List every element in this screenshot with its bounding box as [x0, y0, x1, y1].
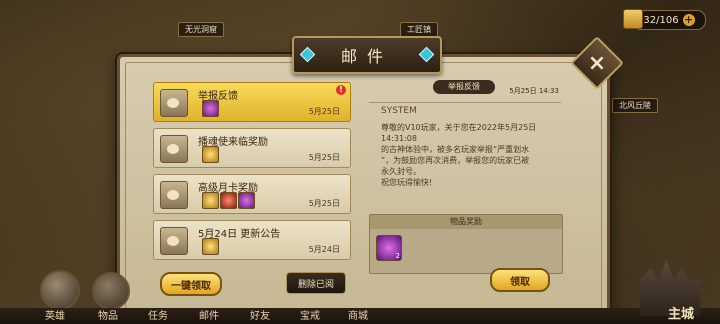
reward-count: 2 [395, 252, 400, 260]
claim-all-button[interactable]: 一键领取 [160, 272, 222, 296]
reward-item-icon [202, 146, 219, 163]
detail-subject: 举报反馈 [433, 80, 495, 94]
mail-item[interactable]: 5月24日 更新公告 5月24日 [153, 220, 351, 260]
delete-read-button[interactable]: 删除已阅 [286, 272, 346, 294]
gem-icon [418, 46, 435, 63]
nav-item-shop[interactable]: 商城 [348, 307, 368, 322]
reward-item-icon [238, 192, 255, 209]
panel-title: 邮件 [340, 47, 393, 66]
add-resource-button[interactable]: + [682, 14, 695, 26]
map-location-label[interactable]: 无光洞窟 [178, 22, 224, 37]
resource-counter: 32/106 + [623, 9, 706, 30]
map-location-label[interactable]: 工匠镇 [400, 22, 438, 37]
mail-item[interactable]: 播魂使来临奖励 5月25日 [153, 128, 351, 168]
mail-item-date: 5月25日 [308, 153, 340, 162]
mail-item-date: 5月25日 [308, 199, 340, 208]
reward-item-icon [202, 100, 219, 117]
mail-item-date: 5月25日 [308, 107, 340, 116]
divider [369, 102, 561, 103]
rewards-box: 物品奖励 2 [369, 214, 563, 274]
nav-item-items[interactable]: 物品 [98, 307, 118, 322]
reward-item-icon [202, 192, 219, 209]
bag-nav-icon[interactable] [92, 272, 130, 310]
close-icon: × [587, 50, 607, 76]
rewards-header: 物品奖励 [370, 215, 562, 229]
mail-title-plate: 邮件 [292, 36, 442, 74]
detail-sender: SYSTEM [381, 106, 417, 116]
nav-item-rings[interactable]: 宝戒 [300, 307, 320, 322]
unread-badge: ! [336, 85, 346, 95]
envelope-icon [160, 181, 188, 209]
envelope-icon [160, 89, 188, 117]
nav-item-quests[interactable]: 任务 [148, 307, 168, 322]
nav-item-mail[interactable]: 邮件 [199, 307, 219, 322]
mail-item-date: 5月24日 [308, 245, 340, 254]
gem-icon [299, 46, 316, 63]
scroll-icon [623, 9, 643, 29]
claim-button[interactable]: 领取 [490, 268, 550, 292]
main-city-label[interactable]: 主城 [668, 303, 694, 322]
reward-item-icon [220, 192, 237, 209]
reward-item-icon [202, 238, 219, 255]
envelope-icon [160, 227, 188, 255]
resource-value: 32/106 [643, 14, 679, 26]
map-location-label[interactable]: 北风丘陵 [612, 98, 658, 113]
nav-item-heroes[interactable]: 英雄 [45, 307, 65, 322]
detail-date: 5月25日 14:33 [509, 87, 559, 95]
hero-nav-icon[interactable] [40, 270, 80, 310]
reward-item-icon[interactable]: 2 [376, 235, 402, 261]
mail-item[interactable]: 举报反馈 ! 5月25日 [153, 82, 351, 122]
nav-item-friends[interactable]: 好友 [250, 307, 270, 322]
mail-detail: 举报反馈 5月25日 14:33 SYSTEM 尊敬的V10玩家，关于您在202… [369, 74, 563, 292]
mail-item[interactable]: 高级月卡奖励 5月25日 [153, 174, 351, 214]
detail-body: 尊敬的V10玩家，关于您在2022年5月25日 14:31:08 的古神体验中，… [381, 123, 537, 187]
envelope-icon [160, 135, 188, 163]
